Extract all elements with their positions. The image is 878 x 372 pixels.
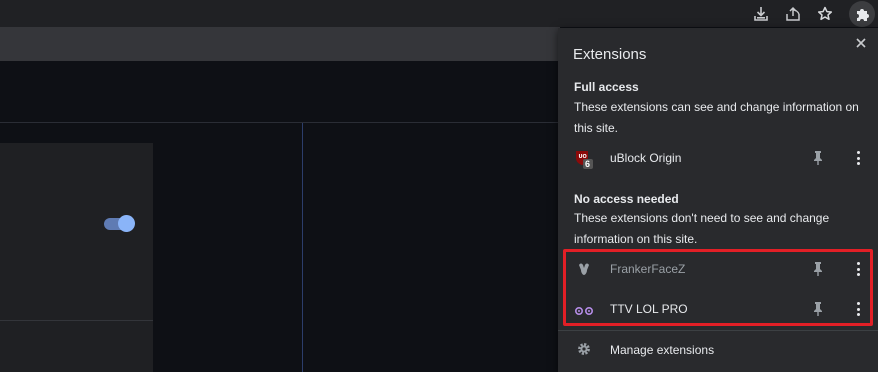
full-access-heading: Full access xyxy=(574,80,639,94)
pin-icon[interactable] xyxy=(811,150,825,166)
page-header-bar xyxy=(0,27,560,61)
popup-title: Extensions xyxy=(573,46,647,63)
full-access-description: These extensions can see and change info… xyxy=(574,100,859,135)
popup-divider xyxy=(558,330,878,331)
highlight-box xyxy=(563,249,873,326)
divider xyxy=(0,122,560,123)
no-access-description: These extensions don't need to see and c… xyxy=(574,211,830,246)
divider xyxy=(302,123,303,372)
badge-count: 6 xyxy=(585,159,591,169)
close-icon[interactable] xyxy=(853,35,869,51)
download-icon[interactable] xyxy=(750,3,772,25)
ublock-origin-icon: UO 6 xyxy=(574,149,594,169)
browser-toolbar xyxy=(0,0,878,27)
share-icon[interactable] xyxy=(782,3,804,25)
toggle-knob[interactable] xyxy=(118,215,135,232)
manage-extensions-label: Manage extensions xyxy=(610,343,715,357)
extension-row-ublock-origin[interactable]: UO 6 uBlock Origin xyxy=(558,140,878,176)
gear-icon xyxy=(577,342,591,356)
extensions-puzzle-icon[interactable] xyxy=(849,1,875,27)
extension-name: uBlock Origin xyxy=(610,151,682,165)
card-divider xyxy=(0,320,153,321)
bookmark-star-icon[interactable] xyxy=(814,3,836,25)
settings-card xyxy=(0,143,153,372)
manage-extensions-button[interactable]: Manage extensions xyxy=(558,334,878,366)
no-access-heading: No access needed xyxy=(574,192,679,206)
more-options-icon[interactable] xyxy=(853,150,863,166)
